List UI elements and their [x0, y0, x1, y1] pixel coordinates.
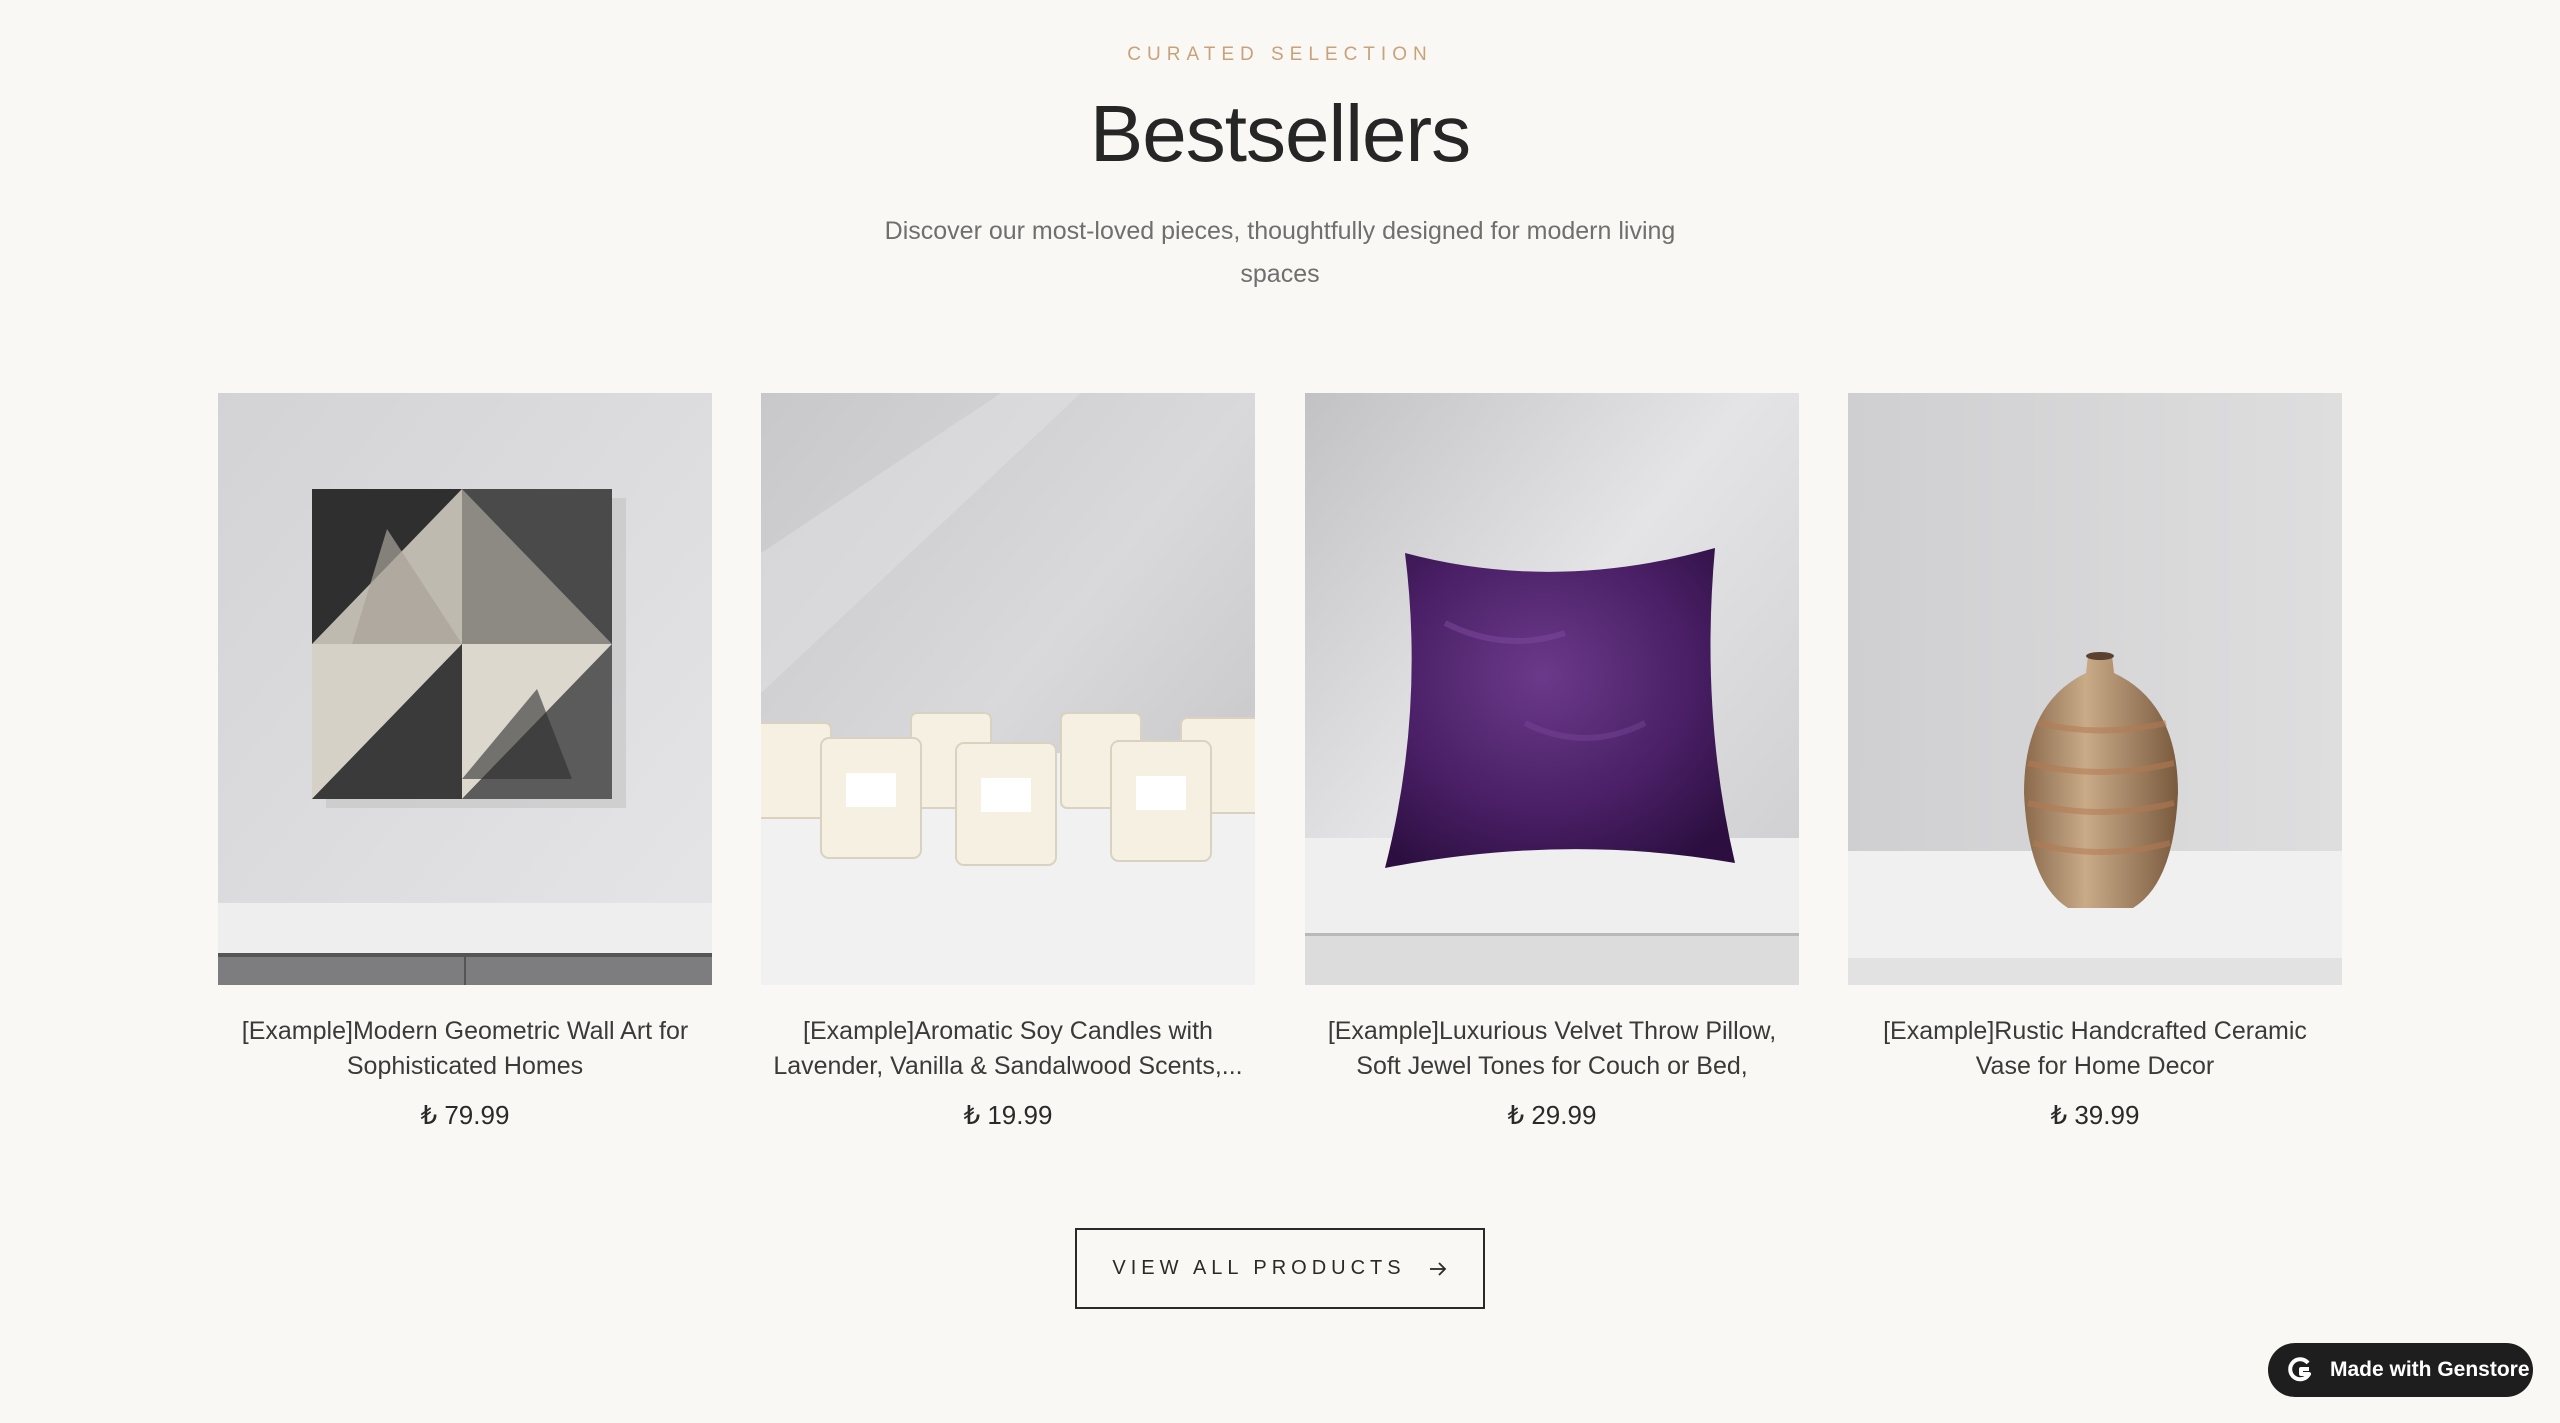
made-with-genstore-badge[interactable]: Made with Genstore	[2268, 1343, 2533, 1397]
view-all-products-button[interactable]: VIEW ALL PRODUCTS	[1075, 1228, 1485, 1309]
velvet-pillow-image	[1305, 393, 1799, 985]
badge-label: Made with Genstore	[2330, 1358, 2530, 1381]
geometric-wall-art-image	[218, 393, 712, 985]
product-image-pillow[interactable]	[1305, 393, 1799, 985]
bestsellers-page: CURATED SELECTION Bestsellers Discover o…	[0, 0, 2560, 1423]
view-all-products-label: VIEW ALL PRODUCTS	[1112, 1257, 1406, 1279]
soy-candles-image	[761, 393, 1255, 985]
product-name[interactable]: [Example]Aromatic Soy Candles with Laven…	[761, 1014, 1255, 1084]
genstore-logo-icon	[2288, 1357, 2311, 1382]
product-name[interactable]: [Example]Rustic Handcrafted Ceramic Vase…	[1848, 1014, 2342, 1084]
product-image-candles[interactable]	[761, 393, 1255, 985]
section-subtitle: Discover our most-loved pieces, thoughtf…	[884, 217, 1676, 288]
product-image-vase[interactable]	[1848, 393, 2342, 985]
product-price: ₺ 79.99	[420, 1100, 510, 1130]
section-title: Bestsellers	[1089, 89, 1471, 178]
product-price: ₺ 19.99	[963, 1100, 1053, 1130]
section-eyebrow: CURATED SELECTION	[1127, 44, 1433, 65]
product-name[interactable]: [Example]Modern Geometric Wall Art for S…	[218, 1014, 712, 1084]
arrow-right-icon	[1429, 1261, 1446, 1276]
product-price: ₺ 29.99	[1507, 1100, 1597, 1130]
product-price: ₺ 39.99	[2050, 1100, 2140, 1130]
product-card[interactable]: [Example]Rustic Handcrafted Ceramic Vase…	[1848, 393, 2342, 1131]
product-card[interactable]: [Example]Modern Geometric Wall Art for S…	[218, 393, 712, 1131]
ceramic-vase-image	[1848, 393, 2342, 985]
product-name[interactable]: [Example]Luxurious Velvet Throw Pillow, …	[1305, 1014, 1799, 1084]
product-card[interactable]: [Example]Luxurious Velvet Throw Pillow, …	[1305, 393, 1799, 1131]
product-card[interactable]: [Example]Aromatic Soy Candles with Laven…	[761, 393, 1255, 1131]
product-image-wall-art[interactable]	[218, 393, 712, 985]
product-grid: [Example]Modern Geometric Wall Art for S…	[218, 393, 2342, 1153]
